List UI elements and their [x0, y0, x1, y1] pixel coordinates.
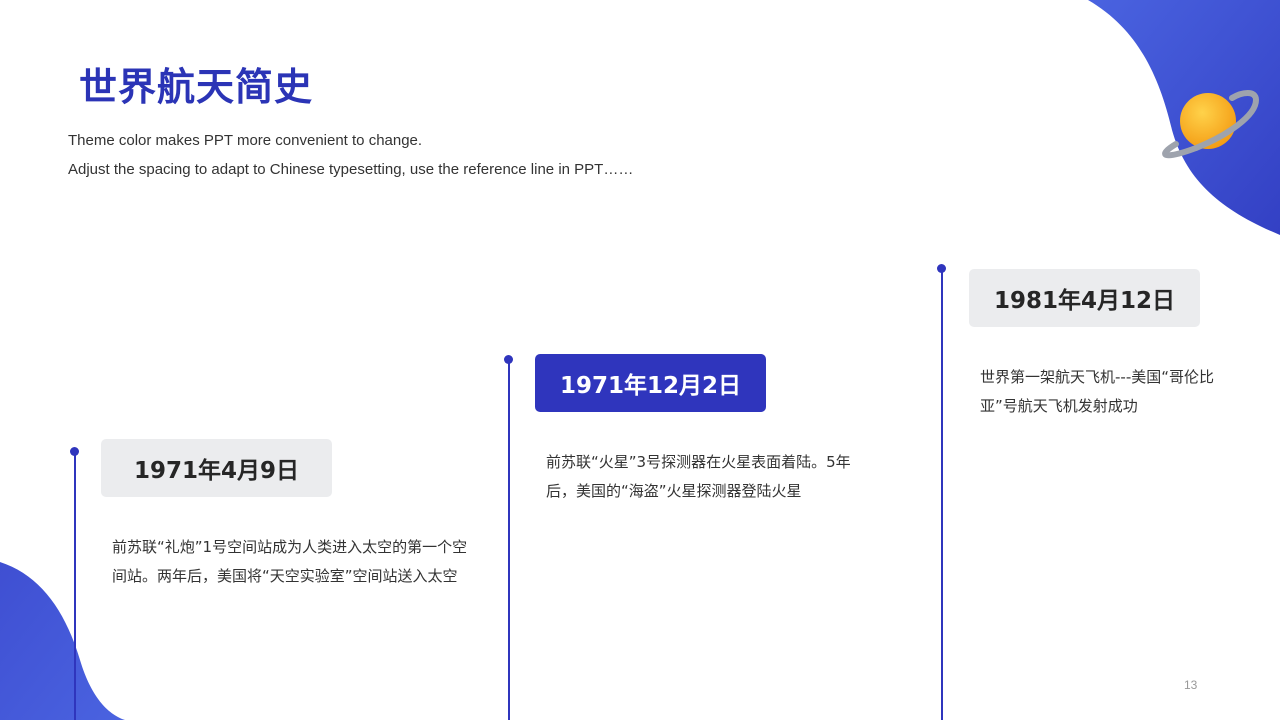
timeline-description-3: 世界第一架航天飞机---美国“哥伦比亚”号航天飞机发射成功 [980, 368, 1215, 415]
slide: 世界航天简史 Theme color makes PPT more conven… [0, 0, 1280, 720]
timeline-date-2: 1971年12月2日 [535, 354, 766, 412]
timeline-dot-1 [70, 447, 79, 456]
timeline-description-2: 前苏联“火星”3号探测器在火星表面着陆。5年后，美国的“海盗”火星探测器登陆火星 [546, 453, 851, 500]
page-number: 13 [1184, 678, 1198, 692]
subtitle-line-1: Theme color makes PPT more convenient to… [68, 132, 423, 149]
timeline-line-2 [508, 360, 510, 720]
planet-icon [1162, 90, 1260, 159]
page-title: 世界航天简史 [79, 65, 314, 109]
timeline-description-1: 前苏联“礼炮”1号空间站成为人类进入太空的第一个空间站。两年后，美国将“天空实验… [112, 538, 468, 585]
timeline-date-3: 1981年4月12日 [969, 269, 1200, 327]
timeline-line-3 [941, 269, 943, 720]
timeline-dot-2 [504, 355, 513, 364]
subtitle-line-2: Adjust the spacing to adapt to Chinese t… [68, 161, 634, 178]
bottom-left-blob [0, 562, 125, 720]
subtitle: Theme color makes PPT more convenient to… [68, 126, 633, 184]
timeline-line-1 [74, 451, 76, 720]
timeline-date-1: 1971年4月9日 [101, 439, 332, 497]
timeline-dot-3 [937, 264, 946, 273]
